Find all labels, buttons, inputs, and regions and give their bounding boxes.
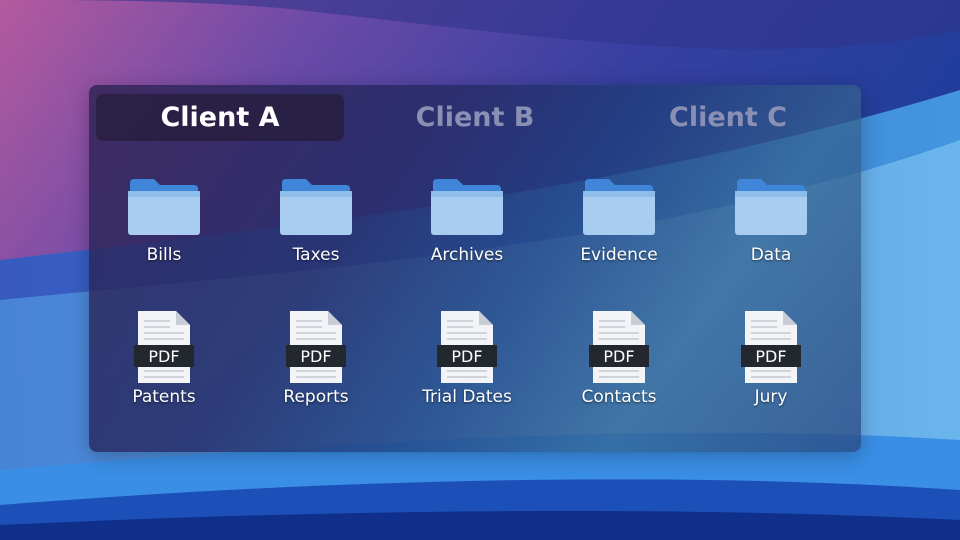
file-trial-dates[interactable]: PDF Trial Dates xyxy=(402,311,532,421)
file-label: Trial Dates xyxy=(422,387,512,407)
pdf-badge: PDF xyxy=(300,347,331,366)
file-jury[interactable]: PDF Jury xyxy=(706,311,836,421)
pdf-badge: PDF xyxy=(148,347,179,366)
pdf-badge: PDF xyxy=(603,347,634,366)
pdf-badge: PDF xyxy=(755,347,786,366)
tab-client-c[interactable]: Client C xyxy=(604,94,852,141)
file-label: Reports xyxy=(283,387,349,407)
tab-client-a[interactable]: Client A xyxy=(96,94,344,141)
file-browser-panel: Client A Client B Client C Bills Taxes A… xyxy=(89,85,861,452)
folder-taxes[interactable]: Taxes xyxy=(251,165,381,275)
folder-label: Archives xyxy=(430,245,504,265)
folder-bills[interactable]: Bills xyxy=(99,165,229,275)
file-contacts[interactable]: PDF Contacts xyxy=(554,311,684,421)
folder-evidence[interactable]: Evidence xyxy=(554,165,684,275)
folder-icon xyxy=(731,165,811,235)
folder-data[interactable]: Data xyxy=(706,165,836,275)
file-label: Jury xyxy=(754,387,788,407)
pdf-file-icon: PDF xyxy=(276,311,356,383)
folder-label: Taxes xyxy=(292,245,340,265)
pdf-file-icon: PDF xyxy=(579,311,659,383)
file-label: Patents xyxy=(132,387,196,407)
file-patents[interactable]: PDF Patents xyxy=(99,311,229,421)
folder-label: Data xyxy=(750,245,792,265)
folder-label: Bills xyxy=(146,245,182,265)
pdf-file-icon: PDF xyxy=(124,311,204,383)
pdf-badge: PDF xyxy=(451,347,482,366)
folder-label: Evidence xyxy=(580,245,658,265)
folder-archives[interactable]: Archives xyxy=(402,165,532,275)
folder-icon xyxy=(427,165,507,235)
folder-icon xyxy=(276,165,356,235)
folder-icon xyxy=(579,165,659,235)
folder-icon xyxy=(124,165,204,235)
tab-client-b[interactable]: Client B xyxy=(351,94,599,141)
pdf-file-icon: PDF xyxy=(731,311,811,383)
pdf-file-icon: PDF xyxy=(427,311,507,383)
file-label: Contacts xyxy=(581,387,657,407)
file-reports[interactable]: PDF Reports xyxy=(251,311,381,421)
client-tabs: Client A Client B Client C xyxy=(96,94,854,141)
